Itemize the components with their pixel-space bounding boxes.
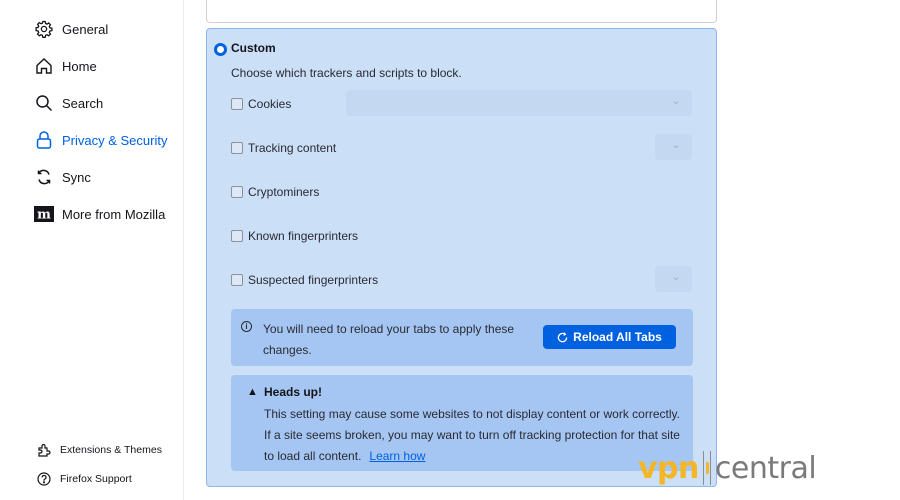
option-label: Tracking content	[248, 141, 337, 155]
sidebar-item-home[interactable]: Home	[34, 54, 97, 78]
option-cookies[interactable]: Cookies	[231, 94, 291, 114]
option-cryptominers[interactable]: Cryptominers	[231, 182, 319, 202]
sidebar-item-label: Home	[62, 58, 97, 74]
lock-icon	[34, 130, 54, 150]
sync-icon	[34, 167, 54, 187]
sidebar-item-general[interactable]: General	[34, 17, 108, 41]
learn-how-link[interactable]: Learn how	[369, 449, 425, 463]
option-label: Cryptominers	[248, 185, 320, 199]
option-label: Known fingerprinters	[248, 229, 359, 243]
svg-text:m: m	[37, 208, 51, 223]
watermark-vpn: vpn	[638, 450, 699, 486]
custom-label: Custom	[231, 41, 276, 55]
watermark-logo-icon	[701, 451, 713, 485]
mozilla-icon: m	[34, 204, 54, 224]
option-tracking-content[interactable]: Tracking content	[231, 138, 336, 158]
cookies-select[interactable]: ⌄	[346, 90, 692, 116]
sidebar-item-label: Privacy & Security	[62, 132, 168, 148]
chevron-down-icon: ⌄	[671, 140, 680, 151]
sidebar-item-sync[interactable]: Sync	[34, 165, 91, 189]
watermark-central: central	[714, 450, 817, 486]
option-known-fingerprinters[interactable]: Known fingerprinters	[231, 226, 358, 246]
option-label: Suspected fingerprinters	[248, 273, 379, 287]
sidebar-item-more-from-mozilla[interactable]: m More from Mozilla	[34, 202, 165, 226]
puzzle-icon	[36, 442, 52, 458]
cookies-checkbox[interactable]	[231, 98, 243, 110]
reload-all-tabs-button[interactable]: Reload All Tabs	[543, 325, 676, 349]
warning-text: This setting may cause some websites to …	[264, 404, 684, 467]
sidebar-item-label: Search	[62, 95, 104, 111]
tracking-content-checkbox[interactable]	[231, 142, 243, 154]
sidebar-footer-label: Firefox Support	[60, 473, 132, 485]
reload-button-label: Reload All Tabs	[573, 330, 662, 344]
sidebar-extensions-themes[interactable]: Extensions & Themes	[36, 438, 162, 462]
suspected-fingerprinters-select[interactable]: ⌄	[655, 266, 692, 292]
sidebar-item-privacy-security[interactable]: Privacy & Security	[34, 128, 167, 152]
home-icon	[34, 56, 54, 76]
sidebar-item-search[interactable]: Search	[34, 91, 103, 115]
search-icon	[34, 93, 54, 113]
custom-radio[interactable]	[214, 43, 227, 56]
reload-notice-text: You will need to reload your tabs to app…	[263, 322, 515, 357]
heads-up-warning: ▲ Heads up! This setting may cause some …	[231, 375, 693, 471]
sidebar: General Home Search Privacy & Security S…	[0, 0, 184, 500]
reload-icon	[557, 331, 568, 342]
chevron-down-icon: ⌄	[671, 96, 680, 107]
sidebar-item-label: General	[62, 21, 109, 37]
option-suspected-fingerprinters[interactable]: Suspected fingerprinters	[231, 270, 378, 290]
custom-description: Choose which trackers and scripts to blo…	[231, 66, 462, 80]
warning-icon: ▲	[247, 386, 258, 398]
info-icon: i	[241, 321, 252, 332]
sidebar-footer-label: Extensions & Themes	[60, 444, 162, 456]
help-icon	[36, 471, 52, 487]
vpncentral-watermark: vpn central	[638, 448, 817, 488]
warning-body: This setting may cause some websites to …	[264, 407, 680, 463]
known-fingerprinters-checkbox[interactable]	[231, 230, 243, 242]
suspected-fingerprinters-checkbox[interactable]	[231, 274, 243, 286]
custom-protection-panel: Custom Choose which trackers and scripts…	[206, 28, 717, 487]
main-content: Custom Choose which trackers and scripts…	[185, 0, 900, 500]
option-label: Cookies	[248, 97, 292, 111]
cryptominers-checkbox[interactable]	[231, 186, 243, 198]
chevron-down-icon: ⌄	[671, 272, 680, 283]
warning-title: Heads up!	[264, 385, 323, 399]
tracking-content-select[interactable]: ⌄	[655, 134, 692, 160]
gear-icon	[34, 19, 54, 39]
sidebar-firefox-support[interactable]: Firefox Support	[36, 467, 132, 491]
sidebar-item-label: Sync	[62, 169, 91, 185]
previous-option-panel	[206, 0, 717, 23]
reload-notice: i You will need to reload your tabs to a…	[231, 309, 693, 366]
sidebar-item-label: More from Mozilla	[62, 206, 166, 222]
